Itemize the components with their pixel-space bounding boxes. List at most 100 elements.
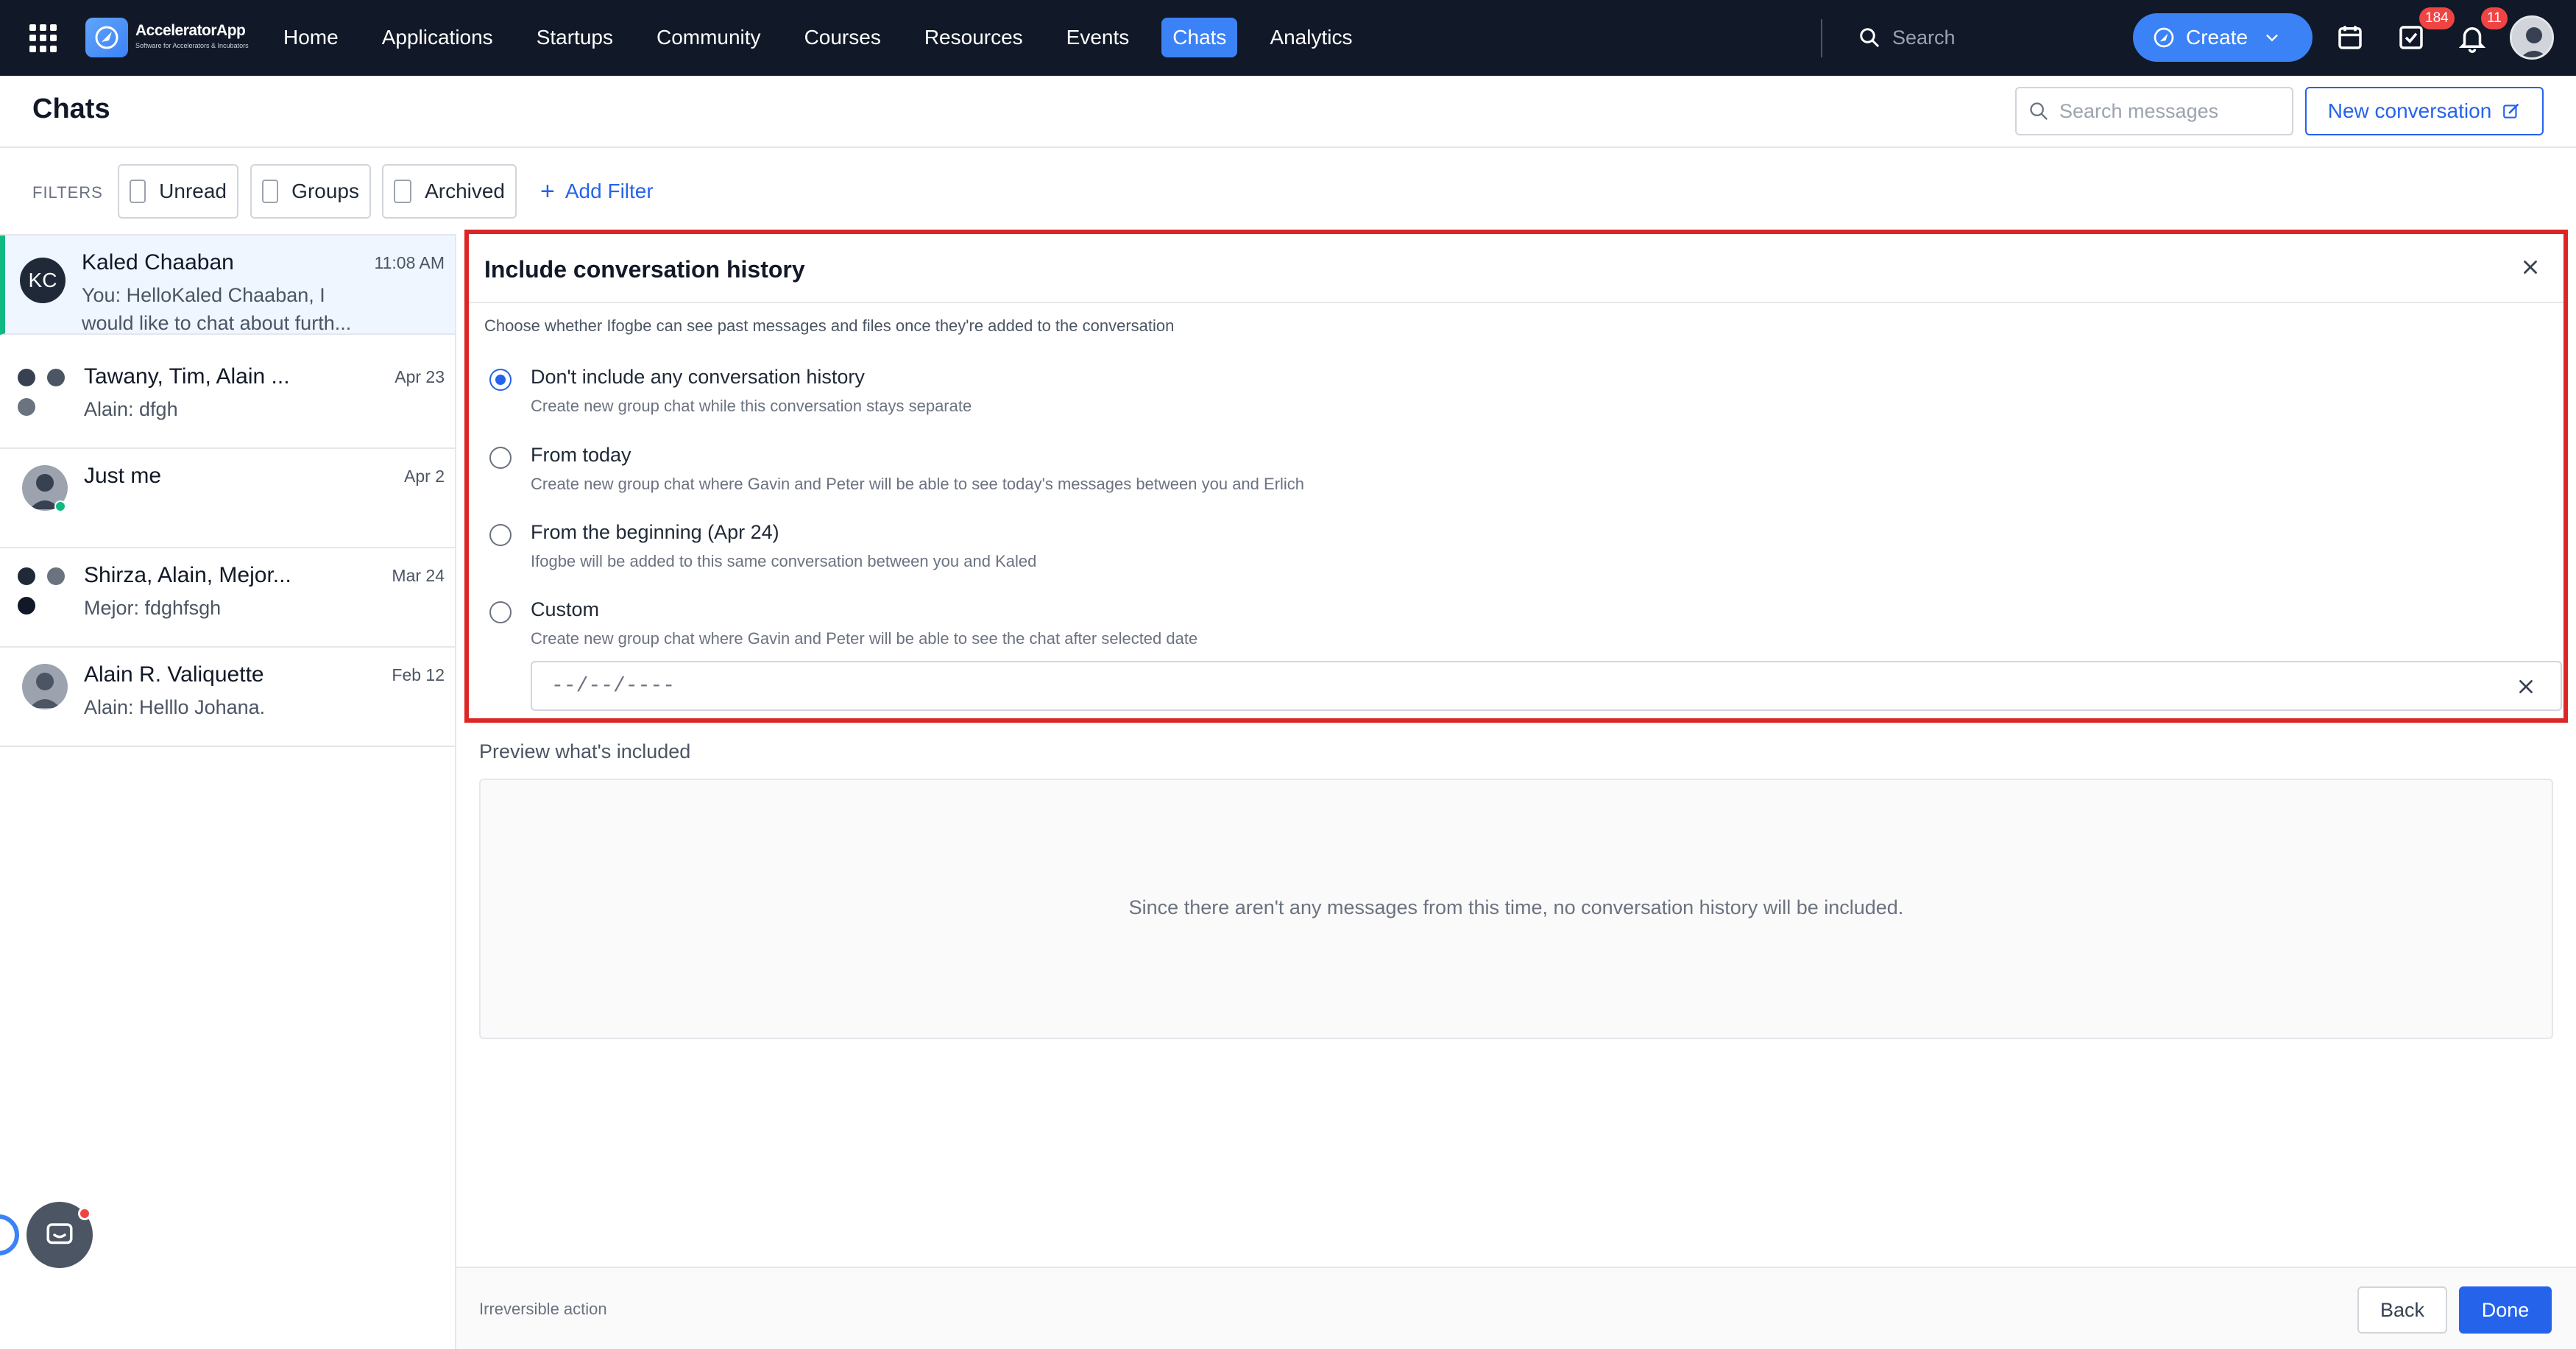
nav-divider <box>1821 19 1822 57</box>
conversation-time: Apr 23 <box>394 367 445 386</box>
bell-icon[interactable] <box>2457 22 2488 53</box>
apps-grid-icon[interactable] <box>29 24 57 52</box>
create-label: Create <box>2186 26 2248 49</box>
nav-link-applications[interactable]: Applications <box>371 18 504 57</box>
panel-description: Choose whether Ifogbe can see past messa… <box>484 316 1175 335</box>
search-messages-field[interactable] <box>2015 87 2293 135</box>
conversation-time: Feb 12 <box>392 665 445 684</box>
conversation-preview: Alain: dfgh <box>84 398 178 420</box>
filter-archived-label: Archived <box>425 180 505 202</box>
panel-header: Include conversation history <box>469 234 2563 303</box>
conversation-time: Mar 24 <box>392 566 445 585</box>
conversation-item[interactable]: Shirza, Alain, Mejor... Mar 24 Mejor: fd… <box>0 548 455 648</box>
avatar <box>46 566 66 587</box>
nav-link-home[interactable]: Home <box>272 18 350 57</box>
filter-groups[interactable]: Groups <box>250 164 371 219</box>
preview-empty-text: Since there aren't any messages from thi… <box>1128 896 1904 918</box>
radio-custom[interactable] <box>489 601 512 623</box>
global-search[interactable]: Search <box>1858 22 1956 53</box>
conversation-name: Alain R. Valiquette <box>84 662 264 687</box>
avatar <box>16 595 37 616</box>
nav-link-chats[interactable]: Chats <box>1161 18 1238 57</box>
back-button[interactable]: Back <box>2357 1286 2447 1334</box>
conversation-item[interactable]: Just me Apr 2 <box>0 449 455 548</box>
filter-unread-label: Unread <box>159 180 227 202</box>
option-description: Create new group chat where Gavin and Pe… <box>531 475 1305 493</box>
nav-link-community[interactable]: Community <box>645 18 772 57</box>
tasks-icon[interactable] <box>2396 22 2427 53</box>
search-messages-input[interactable] <box>2059 99 2280 123</box>
done-button[interactable]: Done <box>2459 1286 2552 1334</box>
avatar <box>16 367 37 388</box>
brand[interactable]: AcceleratorApp Software for Accelerators… <box>135 22 249 49</box>
user-avatar[interactable] <box>2510 15 2554 60</box>
create-button[interactable]: Create <box>2133 13 2313 62</box>
conversation-time: 11:08 AM <box>374 253 445 272</box>
conversation-item[interactable]: Tawany, Tim, Alain ... Apr 23 Alain: dfg… <box>0 350 455 449</box>
radio-from-beginning[interactable] <box>489 524 512 546</box>
close-icon[interactable] <box>2519 256 2541 278</box>
irreversible-note: Irreversible action <box>479 1300 607 1318</box>
panel-footer: Irreversible action Back Done <box>456 1267 2576 1349</box>
rocket-icon <box>2154 27 2174 48</box>
nav-link-events[interactable]: Events <box>1055 18 1141 57</box>
avatar: KC <box>20 258 66 303</box>
panel-title: Include conversation history <box>484 256 805 283</box>
filter-groups-label: Groups <box>291 180 359 202</box>
checkbox-unread[interactable] <box>130 180 146 203</box>
radio-from-today[interactable] <box>489 447 512 469</box>
conversation-item[interactable]: Alain R. Valiquette Feb 12 Alain: Helllo… <box>0 648 455 747</box>
custom-date-field[interactable] <box>531 661 2562 711</box>
avatar <box>16 566 37 587</box>
checkbox-archived[interactable] <box>394 180 412 203</box>
add-filter-label: Add Filter <box>565 180 654 202</box>
top-navigation: AcceleratorApp Software for Accelerators… <box>0 0 2576 76</box>
radio-no-history[interactable] <box>489 369 512 391</box>
conversation-list: KC Kaled Chaaban 11:08 AM You: HelloKale… <box>0 234 456 1349</box>
filter-unread[interactable]: Unread <box>118 164 238 219</box>
option-description: Create new group chat where Gavin and Pe… <box>531 629 1198 648</box>
plus-icon: + <box>540 177 555 205</box>
nav-link-startups[interactable]: Startups <box>526 18 624 57</box>
custom-date-input[interactable] <box>551 671 2465 701</box>
search-icon <box>1860 28 1879 47</box>
edit-icon <box>2503 104 2519 118</box>
filter-archived[interactable]: Archived <box>382 164 517 219</box>
brand-logo-icon[interactable] <box>85 18 128 57</box>
conversation-name: Tawany, Tim, Alain ... <box>84 364 290 389</box>
nav-link-analytics[interactable]: Analytics <box>1259 18 1363 57</box>
conversation-item[interactable]: KC Kaled Chaaban 11:08 AM You: HelloKale… <box>0 236 455 335</box>
checkbox-groups[interactable] <box>262 180 279 203</box>
brand-name: AcceleratorApp <box>135 22 246 39</box>
option-description: Ifogbe will be added to this same conver… <box>531 552 1037 570</box>
avatar <box>46 367 66 388</box>
search-icon <box>2030 102 2048 120</box>
preview-box: Since there aren't any messages from thi… <box>479 779 2553 1039</box>
conversation-preview: Alain: Helllo Johana. <box>84 696 266 718</box>
option-label: From today <box>531 444 631 466</box>
add-filter-button[interactable]: + Add Filter <box>540 177 654 205</box>
global-search-placeholder: Search <box>1892 26 1956 49</box>
chat-widget-unread-dot <box>78 1207 91 1220</box>
option-label: From the beginning (Apr 24) <box>531 521 779 543</box>
chat-bubble-icon <box>46 1223 73 1244</box>
option-label: Don't include any conversation history <box>531 366 865 388</box>
new-conversation-button[interactable]: New conversation <box>2305 87 2544 135</box>
avatar <box>16 397 37 417</box>
conversation-name: Shirza, Alain, Mejor... <box>84 563 291 587</box>
online-indicator <box>54 500 66 512</box>
page-header: Chats New conversation <box>0 76 2576 148</box>
clear-date-icon[interactable] <box>2516 677 2536 696</box>
conversation-history-panel: Include conversation history Choose whet… <box>464 230 2568 723</box>
avatar <box>22 664 68 709</box>
preview-label: Preview what's included <box>479 740 691 762</box>
nav-link-courses[interactable]: Courses <box>793 18 892 57</box>
chevron-down-icon <box>2266 35 2278 42</box>
page-title: Chats <box>32 93 110 124</box>
conversation-name: Kaled Chaaban <box>82 250 234 275</box>
conversation-time: Apr 2 <box>404 467 445 486</box>
nav-link-resources[interactable]: Resources <box>913 18 1034 57</box>
brand-tagline: Software for Accelerators & Incubators <box>135 42 249 49</box>
conversation-preview: You: HelloKaled Chaaban, I would like to… <box>82 284 352 334</box>
calendar-icon[interactable] <box>2335 22 2366 53</box>
